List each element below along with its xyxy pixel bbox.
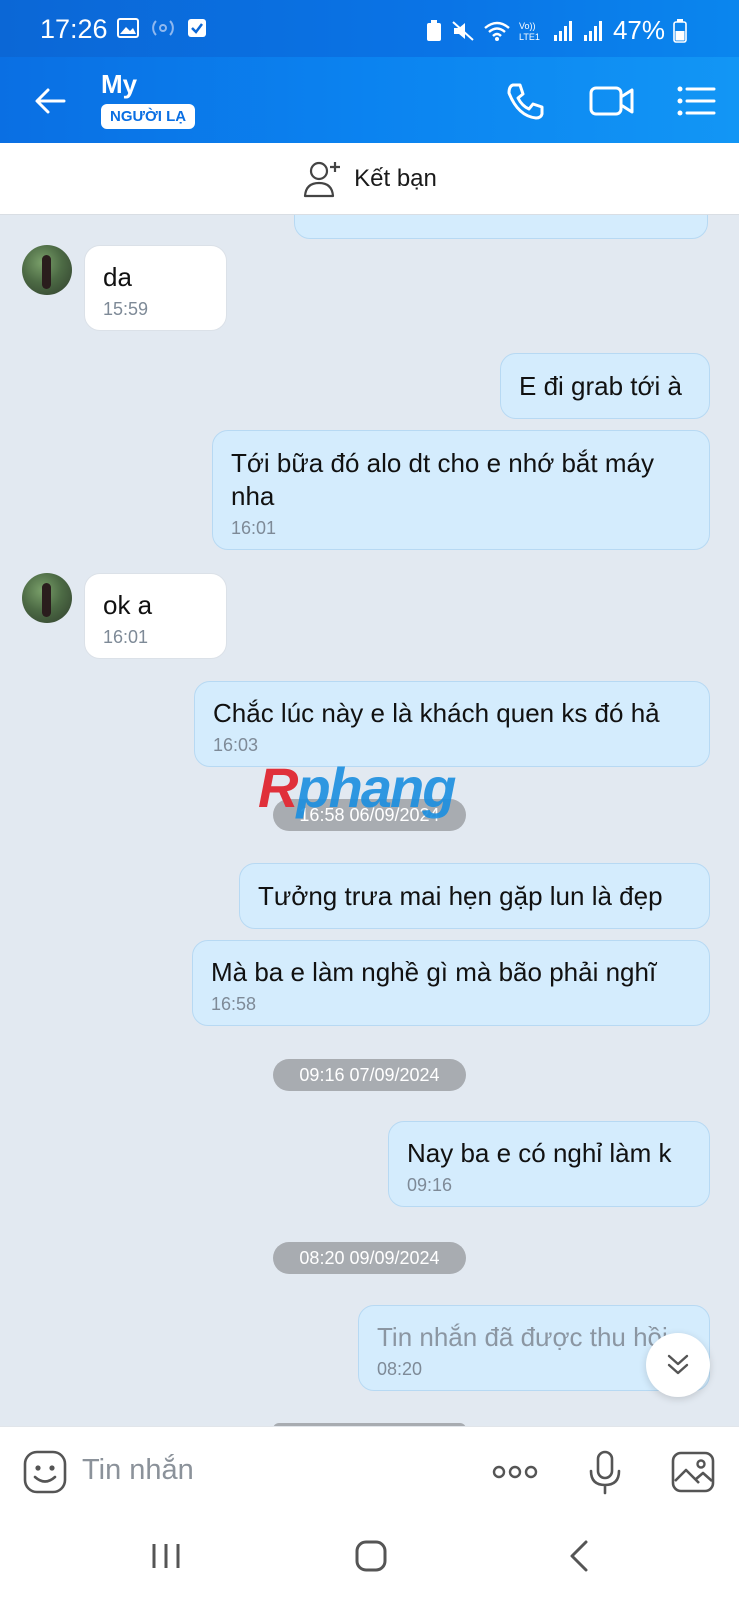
message-time: 16:01 <box>231 518 277 538</box>
message-text: Mà ba e làm nghề gì mà bão phải nghĩ <box>211 957 657 987</box>
status-right-icons: Vo)) LTE1 47% <box>425 15 687 46</box>
date-separator: 09:16 07/09/2024 <box>273 1059 466 1091</box>
sticker-emoji-icon[interactable] <box>22 1449 68 1495</box>
message-time: 16:01 <box>103 627 149 647</box>
status-bar: 17:26 Vo)) LTE1 47% <box>0 0 739 57</box>
hotspot-icon <box>152 20 174 36</box>
gallery-icon <box>117 18 139 38</box>
message-text: Chắc lúc này e là khách quen ks đó hả <box>213 698 660 728</box>
wifi-icon <box>484 21 510 41</box>
avatar[interactable] <box>22 245 72 295</box>
message-time: 09:16 <box>407 1175 453 1195</box>
video-call-icon[interactable] <box>588 79 636 123</box>
message-time: 08:20 <box>377 1359 423 1379</box>
message-text: Tưởng trưa mai hẹn gặp lun là đẹp <box>258 881 663 911</box>
svg-text:Vo)): Vo)) <box>519 21 536 31</box>
chat-header: My NGƯỜI LẠ <box>0 57 739 143</box>
contact-name[interactable]: My <box>101 69 137 100</box>
message-text: E đi grab tới à <box>519 371 683 401</box>
back-arrow-icon[interactable] <box>28 79 72 123</box>
message-bubble-partial <box>294 215 708 239</box>
signal-icon <box>553 20 572 41</box>
more-options-icon[interactable] <box>490 1449 540 1495</box>
add-user-icon <box>304 161 341 197</box>
recycle-battery-icon <box>426 19 441 41</box>
message-time: 15:59 <box>103 299 149 319</box>
message-input[interactable]: Tin nhắn <box>82 1454 194 1487</box>
battery-icon <box>673 18 687 43</box>
message-composer: Tin nhắn <box>0 1426 739 1514</box>
image-gallery-icon[interactable] <box>670 1449 716 1495</box>
status-time: 17:26 <box>40 14 108 44</box>
menu-list-icon[interactable] <box>674 79 718 123</box>
message-bubble[interactable]: Nay ba e có nghỉ làm k 09:16 <box>388 1121 710 1207</box>
avatar[interactable] <box>22 573 72 623</box>
recent-apps-icon[interactable] <box>146 1536 186 1576</box>
add-friend-bar[interactable]: Kết bạn <box>0 143 739 215</box>
phone-call-icon[interactable] <box>503 79 547 123</box>
microphone-icon[interactable] <box>582 1449 628 1495</box>
message-text: Tới bữa đó alo dt cho e nhớ bắt máy nha <box>231 448 654 511</box>
message-bubble[interactable]: Tưởng trưa mai hẹn gặp lun là đẹp <box>239 863 710 929</box>
double-chevron-down-icon <box>667 1354 689 1375</box>
add-friend-label: Kết bạn <box>354 164 437 192</box>
date-separator: 08:20 09/09/2024 <box>273 1242 466 1274</box>
watermark-logo: Rphang <box>258 756 456 819</box>
message-bubble[interactable]: ok a 16:01 <box>84 573 227 659</box>
message-bubble[interactable]: Mà ba e làm nghề gì mà bão phải nghĩ 16:… <box>192 940 710 1026</box>
scroll-to-bottom-button[interactable] <box>646 1333 710 1397</box>
volte-icon: Vo))LTE1 <box>519 21 540 42</box>
back-nav-icon[interactable] <box>560 1536 600 1576</box>
battery-percent: 47% <box>612 15 665 45</box>
message-time: 16:58 <box>211 994 257 1014</box>
message-text: da <box>103 262 132 292</box>
message-text: Tin nhắn đã được thu hồi <box>377 1322 668 1352</box>
system-navigation-bar <box>0 1514 739 1600</box>
stranger-badge: NGƯỜI LẠ <box>101 104 196 129</box>
message-bubble[interactable]: E đi grab tới à <box>500 353 710 419</box>
svg-text:LTE1: LTE1 <box>519 32 540 42</box>
message-text: Nay ba e có nghỉ làm k <box>407 1138 672 1168</box>
checkbox-icon <box>188 19 206 37</box>
home-icon[interactable] <box>351 1536 391 1576</box>
chat-area[interactable]: da 15:59 E đi grab tới à Tới bữa đó alo … <box>0 215 739 1426</box>
signal-icon <box>583 20 602 41</box>
message-time: 16:03 <box>213 735 259 755</box>
status-left-icons <box>117 17 207 39</box>
message-bubble[interactable]: Tới bữa đó alo dt cho e nhớ bắt máy nha … <box>212 430 710 550</box>
mute-icon <box>452 20 474 41</box>
message-text: ok a <box>103 590 153 620</box>
message-bubble[interactable]: da 15:59 <box>84 245 227 331</box>
